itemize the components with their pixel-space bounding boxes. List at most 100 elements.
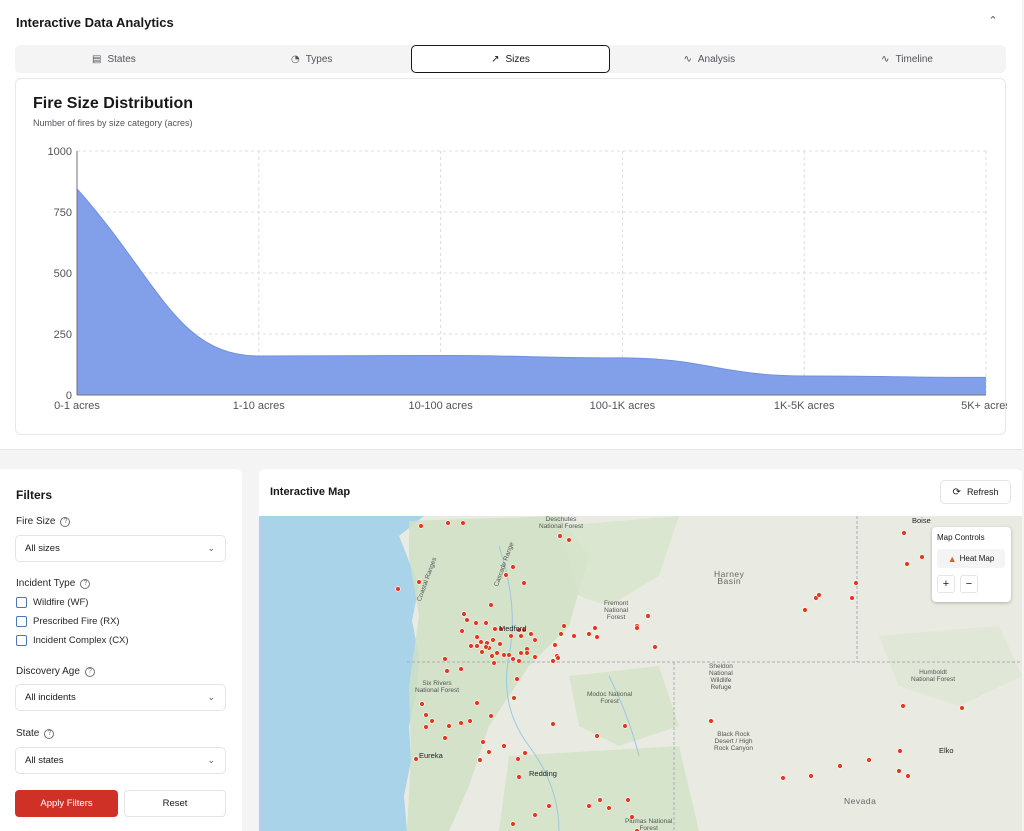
zoom-in-button[interactable]: + bbox=[937, 575, 955, 593]
state-select[interactable]: All states ⌄ bbox=[15, 747, 226, 774]
fire-marker[interactable] bbox=[634, 625, 640, 631]
fire-marker[interactable] bbox=[521, 580, 527, 586]
fire-marker[interactable] bbox=[477, 757, 483, 763]
fire-marker[interactable] bbox=[524, 650, 530, 656]
help-icon[interactable]: ? bbox=[80, 578, 91, 589]
fire-marker[interactable] bbox=[445, 520, 451, 526]
fire-marker[interactable] bbox=[515, 756, 521, 762]
fire-marker[interactable] bbox=[518, 650, 524, 656]
fire-marker[interactable] bbox=[594, 634, 600, 640]
fire-marker[interactable] bbox=[802, 607, 808, 613]
map-canvas[interactable]: Deschutes National Forest Boise Coastal … bbox=[259, 516, 1022, 831]
fire-marker[interactable] bbox=[959, 705, 965, 711]
fire-marker[interactable] bbox=[919, 554, 925, 560]
fire-marker[interactable] bbox=[594, 733, 600, 739]
fire-marker[interactable] bbox=[494, 650, 500, 656]
fire-marker[interactable] bbox=[897, 748, 903, 754]
fire-marker[interactable] bbox=[597, 797, 603, 803]
fire-marker[interactable] bbox=[561, 623, 567, 629]
fire-marker[interactable] bbox=[413, 756, 419, 762]
fire-marker[interactable] bbox=[516, 774, 522, 780]
fire-marker[interactable] bbox=[866, 757, 872, 763]
fire-marker[interactable] bbox=[474, 634, 480, 640]
fire-marker[interactable] bbox=[837, 763, 843, 769]
fire-marker[interactable] bbox=[645, 613, 651, 619]
fire-marker[interactable] bbox=[816, 592, 822, 598]
fire-marker[interactable] bbox=[555, 655, 561, 661]
fire-marker[interactable] bbox=[586, 631, 592, 637]
fire-marker[interactable] bbox=[423, 712, 429, 718]
fire-marker[interactable] bbox=[516, 658, 522, 664]
fire-marker[interactable] bbox=[522, 750, 528, 756]
discovery-age-select[interactable]: All incidents ⌄ bbox=[15, 684, 226, 711]
fire-marker[interactable] bbox=[514, 676, 520, 682]
fire-marker[interactable] bbox=[625, 797, 631, 803]
fire-marker[interactable] bbox=[566, 537, 572, 543]
fire-marker[interactable] bbox=[550, 658, 556, 664]
checkbox[interactable] bbox=[16, 616, 27, 627]
fire-marker[interactable] bbox=[586, 803, 592, 809]
fire-marker[interactable] bbox=[550, 721, 556, 727]
fire-marker[interactable] bbox=[492, 626, 498, 632]
fire-marker[interactable] bbox=[483, 620, 489, 626]
tab-sizes[interactable]: ↗ Sizes bbox=[410, 45, 611, 73]
fire-marker[interactable] bbox=[467, 718, 473, 724]
fire-marker[interactable] bbox=[532, 637, 538, 643]
fire-marker[interactable] bbox=[468, 643, 474, 649]
fire-marker[interactable] bbox=[501, 743, 507, 749]
refresh-button[interactable]: ⟳ Refresh bbox=[940, 480, 1011, 504]
help-icon[interactable]: ? bbox=[84, 666, 95, 677]
fire-marker[interactable] bbox=[557, 533, 563, 539]
fire-size-select[interactable]: All sizes ⌄ bbox=[15, 535, 226, 562]
fire-marker[interactable] bbox=[622, 723, 628, 729]
fire-marker[interactable] bbox=[501, 652, 507, 658]
checkbox-incident-complex[interactable]: Incident Complex (CX) bbox=[16, 635, 129, 646]
fire-marker[interactable] bbox=[532, 654, 538, 660]
tab-types[interactable]: ◔ Types bbox=[213, 45, 411, 73]
fire-marker[interactable] bbox=[510, 564, 516, 570]
checkbox[interactable] bbox=[16, 635, 27, 646]
checkbox-prescribed-fire[interactable]: Prescribed Fire (RX) bbox=[16, 616, 120, 627]
fire-marker[interactable] bbox=[474, 700, 480, 706]
fire-marker[interactable] bbox=[497, 641, 503, 647]
fire-marker[interactable] bbox=[904, 561, 910, 567]
fire-marker[interactable] bbox=[853, 580, 859, 586]
fire-marker[interactable] bbox=[606, 805, 612, 811]
fire-marker[interactable] bbox=[474, 643, 480, 649]
fire-marker[interactable] bbox=[546, 803, 552, 809]
checkbox-wildfire[interactable]: Wildfire (WF) bbox=[16, 597, 88, 608]
chevron-up-icon[interactable]: ⌃ bbox=[984, 12, 1002, 30]
tab-analysis[interactable]: ∿ Analysis bbox=[610, 45, 808, 73]
fire-marker[interactable] bbox=[464, 617, 470, 623]
fire-marker[interactable] bbox=[508, 633, 514, 639]
fire-marker[interactable] bbox=[459, 628, 465, 634]
help-icon[interactable]: ? bbox=[44, 728, 55, 739]
fire-marker[interactable] bbox=[489, 653, 495, 659]
fire-marker[interactable] bbox=[896, 768, 902, 774]
fire-marker[interactable] bbox=[905, 773, 911, 779]
fire-marker[interactable] bbox=[506, 652, 512, 658]
area-series[interactable] bbox=[77, 188, 986, 395]
fire-marker[interactable] bbox=[480, 739, 486, 745]
fire-marker[interactable] bbox=[460, 520, 466, 526]
fire-marker[interactable] bbox=[490, 637, 496, 643]
fire-marker[interactable] bbox=[488, 713, 494, 719]
fire-marker[interactable] bbox=[442, 735, 448, 741]
fire-marker[interactable] bbox=[458, 666, 464, 672]
fire-marker[interactable] bbox=[429, 718, 435, 724]
fire-marker[interactable] bbox=[528, 631, 534, 637]
fire-marker[interactable] bbox=[849, 595, 855, 601]
heat-map-button[interactable]: ▲ Heat Map bbox=[937, 549, 1005, 568]
fire-marker[interactable] bbox=[419, 701, 425, 707]
fire-marker[interactable] bbox=[900, 703, 906, 709]
zoom-out-button[interactable]: − bbox=[960, 575, 978, 593]
fire-marker[interactable] bbox=[478, 639, 484, 645]
fire-marker[interactable] bbox=[780, 775, 786, 781]
fire-marker[interactable] bbox=[901, 530, 907, 536]
apply-filters-button[interactable]: Apply Filters bbox=[15, 790, 118, 817]
fire-marker[interactable] bbox=[532, 812, 538, 818]
fire-marker[interactable] bbox=[395, 586, 401, 592]
fire-marker[interactable] bbox=[473, 620, 479, 626]
fire-marker[interactable] bbox=[491, 660, 497, 666]
fire-marker[interactable] bbox=[446, 723, 452, 729]
